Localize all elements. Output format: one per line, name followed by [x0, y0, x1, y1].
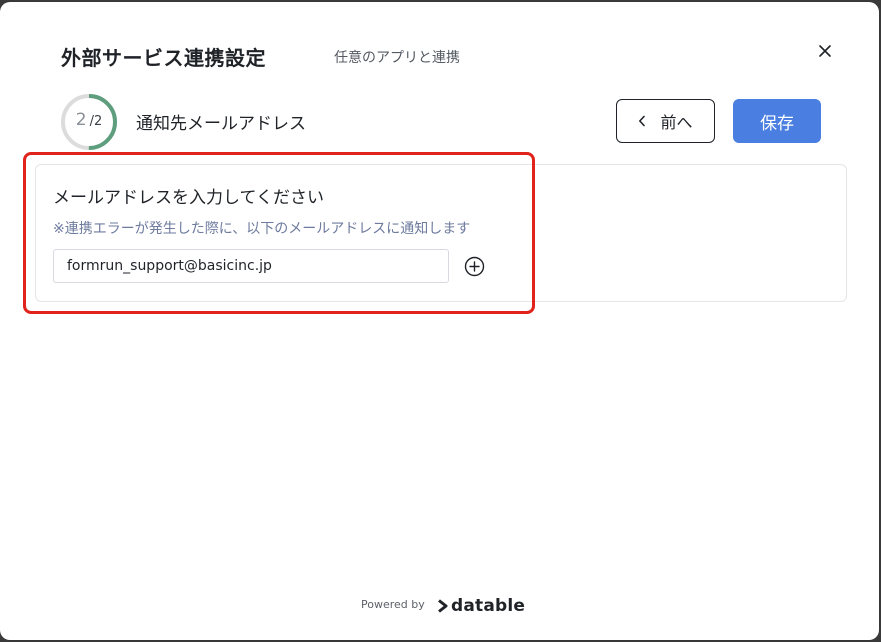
- add-email-button[interactable]: [463, 255, 486, 278]
- back-button-label: 前へ: [660, 113, 693, 132]
- email-section-heading: メールアドレスを入力してください: [53, 188, 324, 208]
- powered-by-text: Powered by: [361, 598, 425, 611]
- integration-settings-modal: 外部サービス連携設定 任意のアプリと連携 2 /2 通知先メールアドレス 前へ …: [0, 2, 879, 640]
- datable-brand[interactable]: datable: [437, 595, 525, 617]
- save-button[interactable]: 保存: [733, 99, 821, 143]
- step-total: /2: [89, 114, 103, 129]
- modal-subtitle: 任意のアプリと連携: [334, 50, 460, 66]
- brand-name: datable: [451, 596, 526, 616]
- plus-circle-icon: [464, 256, 485, 277]
- step-current-number: 2: [75, 110, 87, 130]
- notification-email-input[interactable]: [53, 249, 449, 283]
- chevron-left-icon: [639, 115, 646, 127]
- step-title: 通知先メールアドレス: [136, 114, 306, 134]
- email-section-note: ※連携エラーが発生した際に、以下のメールアドレスに通知します: [53, 221, 471, 237]
- back-button[interactable]: 前へ: [616, 99, 715, 143]
- datable-logo-icon: [438, 599, 448, 613]
- close-button[interactable]: [812, 38, 838, 64]
- modal-title: 外部サービス連携設定: [61, 46, 266, 70]
- step-progress-indicator: 2 /2: [59, 92, 119, 152]
- close-icon: [819, 45, 831, 57]
